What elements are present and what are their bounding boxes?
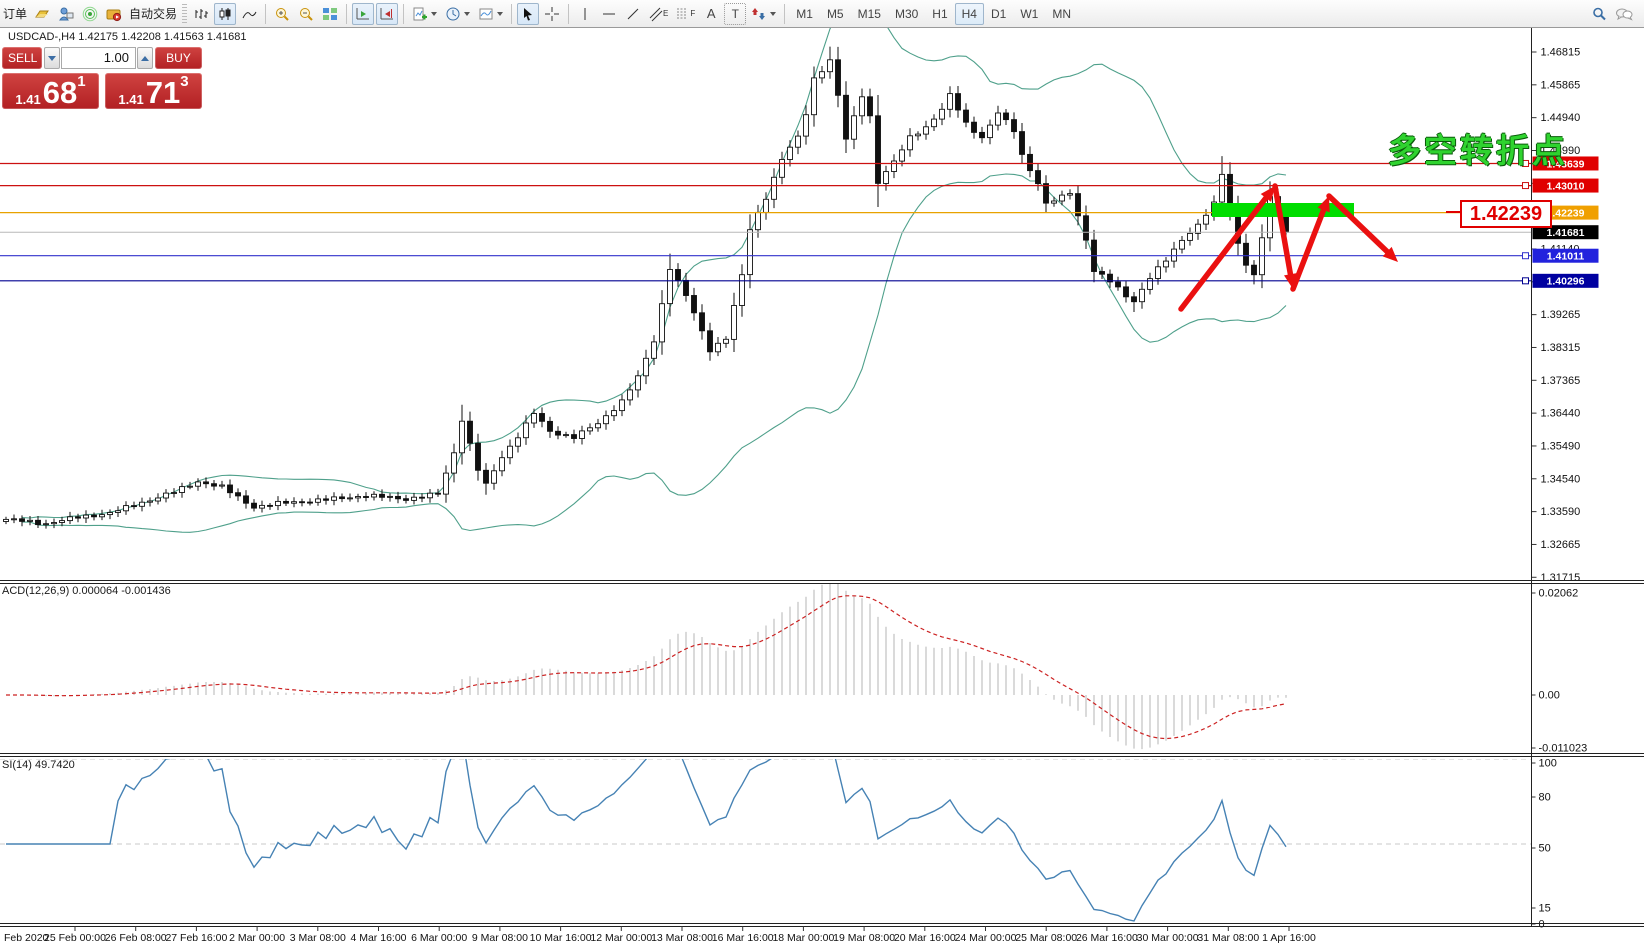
fibonacci-icon[interactable]: F [673, 3, 698, 25]
main-toolbar: 订单 自动交易 [0, 0, 1644, 28]
bar-chart-icon[interactable] [190, 3, 212, 25]
sell-price-prefix: 1.41 [15, 93, 40, 106]
price-level-label[interactable]: 1.42239 [1460, 200, 1552, 228]
timeframe-button-M15[interactable]: M15 [851, 3, 888, 25]
symbol-ohlc-info: USDCAD-,H4 1.42175 1.42208 1.41563 1.416… [8, 31, 247, 43]
trendline-icon[interactable] [622, 3, 644, 25]
auto-scroll-icon[interactable] [352, 3, 374, 25]
gold-icon[interactable] [31, 3, 53, 25]
cursor-icon[interactable] [517, 3, 539, 25]
autotrading-icon[interactable] [103, 3, 125, 25]
timeframe-toolbar: M1M5M15M30H1H4D1W1MN [789, 3, 1078, 25]
arrows-dropdown-caret[interactable] [770, 12, 776, 16]
signal-icon[interactable] [79, 3, 101, 25]
templates-dropdown-caret[interactable] [497, 12, 503, 16]
text-tool-icon[interactable]: A [700, 3, 722, 25]
chart-shift-icon[interactable] [376, 3, 398, 25]
sell-button[interactable]: SELL [2, 47, 42, 69]
periods-clock-icon[interactable] [442, 3, 473, 25]
horizontal-line-icon[interactable] [598, 3, 620, 25]
price-label-connector [1446, 211, 1460, 213]
buy-price-button[interactable]: 1.41 71 3 [105, 73, 202, 109]
timeframe-button-M5[interactable]: M5 [820, 3, 851, 25]
arrows-tool-icon[interactable] [748, 3, 779, 25]
buy-price-pip: 3 [180, 74, 188, 89]
indicators-dropdown-caret[interactable] [431, 12, 437, 16]
indicators-icon[interactable] [409, 3, 440, 25]
sell-price-pip: 1 [77, 74, 85, 89]
templates-icon[interactable] [475, 3, 506, 25]
time-axis[interactable] [0, 926, 1531, 952]
rsi-indicator-label: SI(14) 49.7420 [2, 759, 75, 771]
zoom-in-icon[interactable] [271, 3, 293, 25]
spin-down-icon [48, 56, 56, 61]
vertical-line-icon[interactable] [574, 3, 596, 25]
buy-price-main: 71 [146, 80, 180, 106]
spin-up-icon [141, 56, 149, 61]
timeframe-button-H1[interactable]: H1 [925, 3, 954, 25]
volume-decrease-button[interactable] [44, 47, 60, 69]
candlestick-chart-icon[interactable] [214, 3, 236, 25]
timeframe-button-D1[interactable]: D1 [984, 3, 1013, 25]
line-chart-icon[interactable] [238, 3, 260, 25]
macd-indicator-label: ACD(12,26,9) 0.000064 -0.001436 [2, 585, 171, 597]
chat-icon[interactable] [1612, 3, 1636, 25]
timeframe-button-M1[interactable]: M1 [789, 3, 820, 25]
zoom-out-icon[interactable] [295, 3, 317, 25]
equidistant-channel-icon[interactable]: E [646, 3, 671, 25]
volume-increase-button[interactable] [137, 47, 153, 69]
new-order-button[interactable]: 订单 [3, 5, 27, 22]
sell-price-button[interactable]: 1.41 68 1 [2, 73, 99, 109]
timeframe-button-M30[interactable]: M30 [888, 3, 925, 25]
autotrading-button[interactable]: 自动交易 [129, 5, 177, 22]
buy-button[interactable]: BUY [155, 47, 202, 69]
turning-point-annotation[interactable]: 多空转折点 [1388, 124, 1568, 172]
tile-windows-icon[interactable] [319, 3, 341, 25]
expert-advisor-icon[interactable] [55, 3, 77, 25]
volume-input[interactable]: 1.00 [61, 47, 136, 69]
timeframe-button-MN[interactable]: MN [1045, 3, 1078, 25]
crosshair-icon[interactable] [541, 3, 563, 25]
sell-price-main: 68 [43, 80, 77, 106]
timeframe-button-H4[interactable]: H4 [955, 3, 984, 25]
fibo-sub-label: F [690, 9, 695, 18]
channel-sub-label: E [663, 9, 668, 18]
timeframe-button-W1[interactable]: W1 [1013, 3, 1045, 25]
one-click-trading-panel: SELL 1.00 BUY 1.41 68 1 1.41 71 3 [2, 47, 202, 109]
periods-dropdown-caret[interactable] [464, 12, 470, 16]
buy-price-prefix: 1.41 [118, 93, 143, 106]
text-label-tool-icon[interactable]: T [724, 3, 746, 25]
search-icon[interactable] [1588, 3, 1610, 25]
toolbar-handle [182, 4, 187, 24]
